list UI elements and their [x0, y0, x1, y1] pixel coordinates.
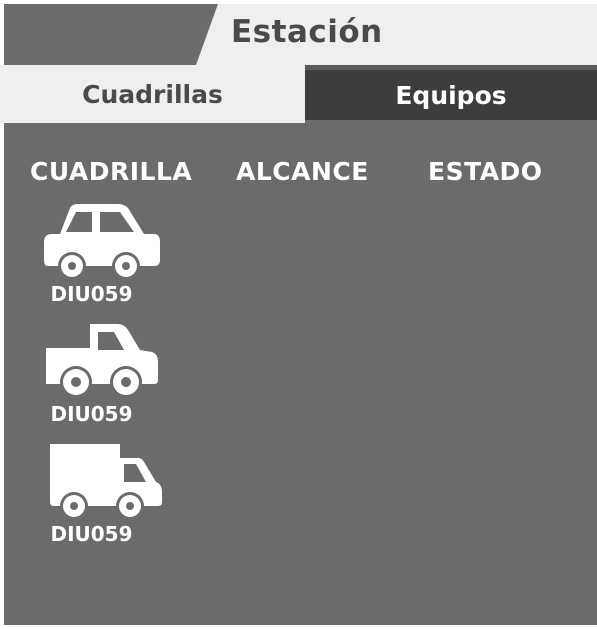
box-truck-icon: [49, 444, 162, 520]
header-left-block: [4, 4, 218, 65]
column-header-estado: ESTADO: [428, 157, 543, 186]
vehicle-label: DIU059: [50, 282, 133, 306]
bottom-edge: [157, 625, 457, 629]
car-icon: [43, 204, 160, 280]
column-header-alcance: ALCANCE: [236, 157, 369, 186]
vehicle-label: DIU059: [50, 402, 133, 426]
page-title: Estación: [231, 14, 383, 50]
vehicle-label: DIU059: [50, 522, 133, 546]
column-header-cuadrilla: CUADRILLA: [30, 157, 193, 186]
list-item-vehicle[interactable]: DIU059: [38, 202, 163, 306]
list-item-vehicle[interactable]: DIU059: [38, 442, 163, 546]
tab-equipos[interactable]: Equipos: [305, 70, 597, 120]
tab-cuadrillas[interactable]: Cuadrillas: [0, 65, 305, 123]
pickup-truck-icon: [45, 324, 158, 398]
list-item-vehicle[interactable]: DIU059: [38, 322, 163, 426]
